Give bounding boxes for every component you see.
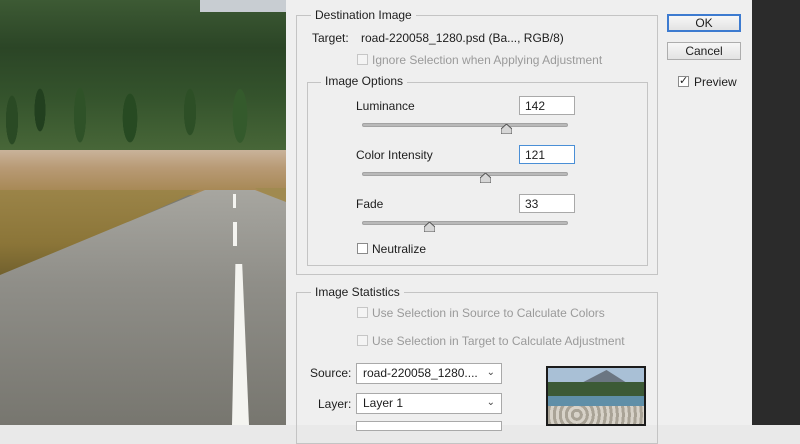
layer-select[interactable]: Layer 1 ⌄ xyxy=(356,393,502,414)
layer-select-value: Layer 1 xyxy=(363,396,404,410)
preview-checkbox[interactable] xyxy=(678,74,689,87)
luminance-label: Luminance xyxy=(356,99,415,113)
target-value: road-220058_1280.psd (Ba..., RGB/8) xyxy=(361,31,564,45)
source-select-value: road-220058_1280.... xyxy=(363,366,478,380)
chevron-down-icon: ⌄ xyxy=(486,397,495,408)
source-select[interactable]: road-220058_1280.... ⌄ xyxy=(356,363,502,384)
source-thumbnail xyxy=(546,366,646,426)
slider-triangle-icon[interactable] xyxy=(480,173,492,183)
photo-forest xyxy=(0,0,286,160)
thumbnail-trees xyxy=(548,382,644,396)
road-center-line xyxy=(233,194,236,208)
slider-triangle-icon[interactable] xyxy=(424,222,436,232)
neutralize-checkbox[interactable] xyxy=(357,243,368,254)
source-label: Source: xyxy=(310,366,352,380)
color-intensity-slider-track[interactable] xyxy=(362,172,568,176)
ok-button[interactable]: OK xyxy=(667,14,741,32)
use-target-selection-checkbox[interactable] xyxy=(357,335,368,346)
document-canvas-photo xyxy=(0,0,286,425)
color-intensity-label: Color Intensity xyxy=(356,148,433,162)
use-source-selection-checkbox[interactable] xyxy=(357,307,368,318)
use-source-selection-label: Use Selection in Source to Calculate Col… xyxy=(372,306,605,320)
fade-label: Fade xyxy=(356,197,384,211)
layer-label: Layer: xyxy=(318,397,352,411)
load-statistics-button-partial[interactable] xyxy=(356,421,502,431)
image-statistics-title: Image Statistics xyxy=(311,285,404,299)
use-target-selection-label: Use Selection in Target to Calculate Adj… xyxy=(372,334,625,348)
luminance-slider-track[interactable] xyxy=(362,123,568,127)
target-label: Target: xyxy=(312,31,349,45)
workspace-background xyxy=(752,0,800,425)
road-center-line xyxy=(233,222,237,246)
ignore-selection-label: Ignore Selection when Applying Adjustmen… xyxy=(372,53,603,67)
fade-input[interactable] xyxy=(519,194,575,213)
neutralize-label: Neutralize xyxy=(372,242,427,256)
luminance-input[interactable] xyxy=(519,96,575,115)
photo-meadow xyxy=(0,150,286,195)
destination-image-title: Destination Image xyxy=(311,8,416,22)
photo-sky xyxy=(200,0,286,12)
preview-label: Preview xyxy=(694,75,737,89)
thumbnail-rocks xyxy=(548,406,644,424)
cancel-button[interactable]: Cancel xyxy=(667,42,741,60)
image-options-title: Image Options xyxy=(321,74,408,88)
slider-triangle-icon[interactable] xyxy=(500,124,512,134)
ignore-selection-checkbox[interactable] xyxy=(357,54,368,65)
chevron-down-icon: ⌄ xyxy=(486,367,495,378)
color-intensity-input[interactable] xyxy=(519,145,575,164)
fade-slider-track[interactable] xyxy=(362,221,568,225)
